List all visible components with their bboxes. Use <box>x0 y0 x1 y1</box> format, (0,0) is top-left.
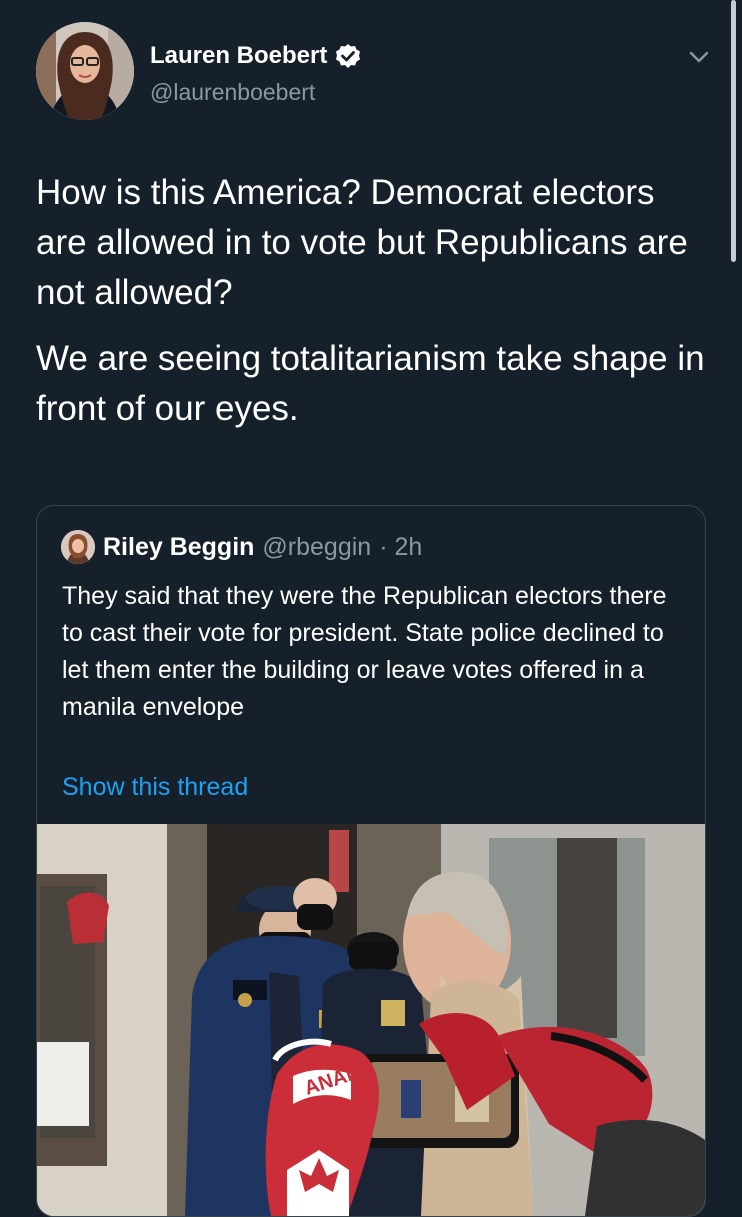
quoted-author-name[interactable]: Riley Beggin <box>103 532 254 562</box>
author-name-row: Lauren Boebert <box>150 42 361 70</box>
quoted-tweet-header: Riley Beggin @rbeggin · 2h <box>61 530 422 564</box>
author-handle[interactable]: @laurenboebert <box>150 78 315 106</box>
video-still-image: ANADA <box>37 824 705 1216</box>
tweet-text: How is this America? Democrat electors a… <box>36 168 706 450</box>
tweet-paragraph: We are seeing totalitarianism take shape… <box>36 339 705 428</box>
scrollbar[interactable] <box>731 0 736 262</box>
quoted-tweet-text: They said that they were the Republican … <box>62 582 667 721</box>
tweet-paragraph: How is this America? Democrat electors a… <box>36 173 688 312</box>
profile-photo-icon <box>61 530 95 564</box>
quoted-tweet-time: · 2h <box>379 533 423 561</box>
chevron-down-icon[interactable] <box>682 40 716 74</box>
quoted-tweet-media[interactable]: ANADA <box>37 824 705 1216</box>
quoted-author-avatar <box>61 530 95 564</box>
author-avatar[interactable] <box>36 22 134 120</box>
show-thread-link[interactable]: Show this thread <box>62 770 248 804</box>
verified-badge-icon <box>336 44 361 68</box>
quoted-tweet-card[interactable]: Riley Beggin @rbeggin · 2h They said tha… <box>36 505 706 1217</box>
author-name[interactable]: Lauren Boebert <box>150 42 327 70</box>
profile-photo-icon <box>36 22 134 120</box>
tweet-header: Lauren Boebert @laurenboebert <box>36 22 716 122</box>
quoted-author-handle[interactable]: @rbeggin <box>262 532 371 562</box>
